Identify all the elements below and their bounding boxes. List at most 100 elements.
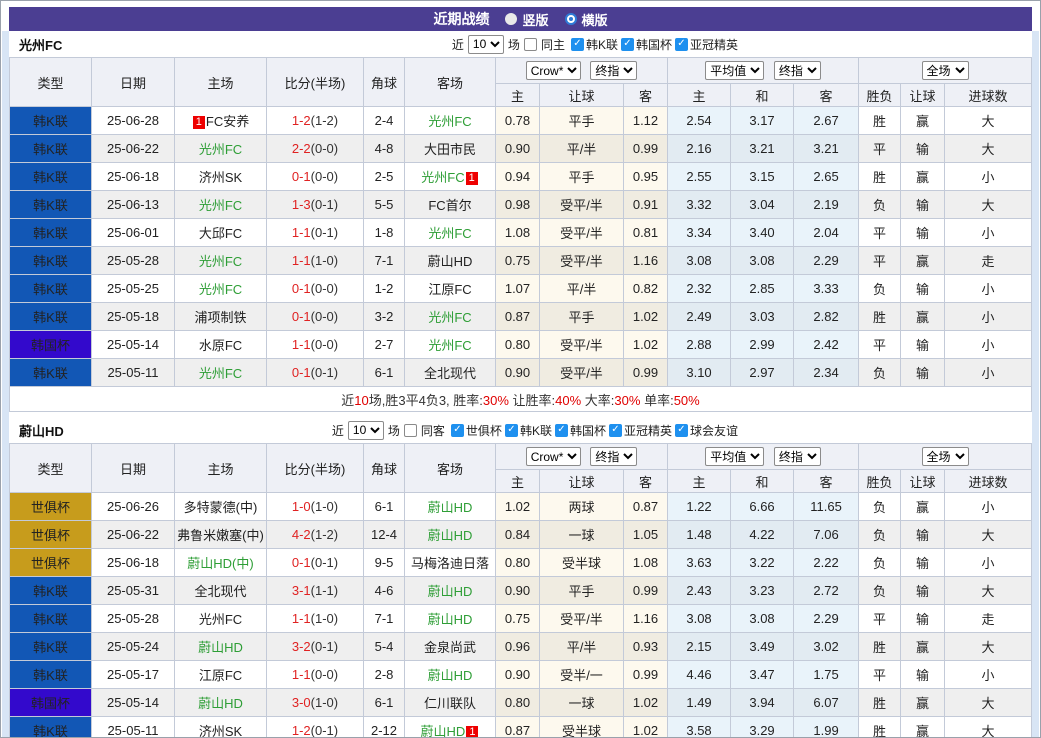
cell-competition: 韩K联 <box>10 107 92 135</box>
cell-odds-handicap: 受平/半 <box>540 605 624 633</box>
games-label: 场 <box>507 36 521 53</box>
cell-outcome: 平 <box>859 135 901 163</box>
league-filter: 韩国杯 <box>555 422 607 439</box>
cell-handicap-result: 赢 <box>901 247 945 275</box>
cell-date: 25-05-25 <box>92 275 175 303</box>
table-header: 类型 日期 主场 比分(半场) 角球 客场 Crow* 终指 平均值 终指 <box>10 58 1032 107</box>
cell-competition: 韩K联 <box>10 661 92 689</box>
cell-score: 1-2(1-2) <box>267 107 364 135</box>
layout-option-horizontal[interactable]: 横版 <box>565 10 608 29</box>
fulltime-score: 1-1 <box>292 253 311 268</box>
halftime-score: (0-0) <box>311 141 338 156</box>
fulltime-score: 1-3 <box>292 197 311 212</box>
cell-odds-home: 0.90 <box>496 135 540 163</box>
column-header-type: 类型 <box>10 58 92 107</box>
cell-score: 0-1(0-1) <box>267 359 364 387</box>
league-checkbox[interactable] <box>451 424 464 437</box>
cell-odds-home: 0.75 <box>496 605 540 633</box>
cell-outcome: 胜 <box>859 689 901 717</box>
cell-avg-home: 3.10 <box>668 359 731 387</box>
halftime-score: (0-0) <box>311 337 338 352</box>
league-checkbox[interactable] <box>675 38 688 51</box>
team-name: 蔚山HD <box>428 584 473 599</box>
cell-competition: 韩K联 <box>10 247 92 275</box>
red-card-badge: 1 <box>466 172 478 185</box>
league-checkbox[interactable] <box>675 424 688 437</box>
cell-odds-away: 1.05 <box>624 521 668 549</box>
cell-odds-handicap: 受平/半 <box>540 191 624 219</box>
near-count-select[interactable]: 10 <box>348 421 384 440</box>
league-checkbox[interactable] <box>609 424 622 437</box>
cell-handicap-result: 输 <box>901 275 945 303</box>
halftime-score: (0-1) <box>311 723 338 738</box>
cell-competition: 世俱杯 <box>10 521 92 549</box>
average-select[interactable]: 平均值 <box>705 447 764 466</box>
cell-competition: 韩K联 <box>10 359 92 387</box>
cell-avg-draw: 2.97 <box>731 359 794 387</box>
near-count-select[interactable]: 10 <box>468 35 504 54</box>
cell-competition: 韩K联 <box>10 275 92 303</box>
cell-away-team: 蔚山HD <box>405 661 496 689</box>
section-team-name: 光州FC <box>19 35 62 54</box>
cell-corners: 2-5 <box>364 163 405 191</box>
cell-odds-home: 0.80 <box>496 549 540 577</box>
cell-handicap-result: 输 <box>901 359 945 387</box>
cell-home-team: 水原FC <box>175 331 267 359</box>
fulltime-score: 3-0 <box>292 695 311 710</box>
layout-option-vertical[interactable]: 竖版 <box>505 10 548 29</box>
cell-date: 25-05-24 <box>92 633 175 661</box>
match-row: 韩K联25-05-17江原FC1-1(0-0)2-8蔚山HD0.90受半/一0.… <box>10 661 1032 689</box>
same-venue-checkbox[interactable] <box>524 38 537 51</box>
cell-avg-away: 2.19 <box>794 191 859 219</box>
fulltime-score: 1-1 <box>292 667 311 682</box>
bookmaker-select[interactable]: Crow* <box>526 447 581 466</box>
average-final-select[interactable]: 终指 <box>774 447 821 466</box>
cell-avg-draw: 3.49 <box>731 633 794 661</box>
scope-select[interactable]: 全场 <box>922 61 969 80</box>
summary-segment: 50% <box>674 393 700 408</box>
subcolumn-header-outcome: 胜负 <box>859 470 901 493</box>
league-filters: 韩K联韩国杯亚冠精英 <box>569 35 739 53</box>
league-checkbox[interactable] <box>555 424 568 437</box>
average-select[interactable]: 平均值 <box>705 61 764 80</box>
cell-odds-home: 0.90 <box>496 661 540 689</box>
match-row: 韩K联25-05-11光州FC0-1(0-1)6-1全北现代0.90受平/半0.… <box>10 359 1032 387</box>
average-final-select[interactable]: 终指 <box>774 61 821 80</box>
team-name: 蔚山HD <box>428 612 473 627</box>
cell-odds-home: 0.80 <box>496 331 540 359</box>
horizontal-layout-radio[interactable] <box>565 13 577 25</box>
cell-avg-away: 11.65 <box>794 493 859 521</box>
scope-select[interactable]: 全场 <box>922 447 969 466</box>
team-name: 光州FC <box>199 254 242 269</box>
halftime-score: (0-1) <box>311 197 338 212</box>
bookmaker-final-select[interactable]: 终指 <box>590 447 637 466</box>
league-checkbox[interactable] <box>505 424 518 437</box>
cell-avg-away: 2.29 <box>794 247 859 275</box>
cell-goals-result: 大 <box>945 577 1032 605</box>
cell-odds-handicap: 一球 <box>540 689 624 717</box>
subcolumn-header-outcome: 胜负 <box>859 84 901 107</box>
cell-competition: 韩国杯 <box>10 689 92 717</box>
cell-competition: 韩K联 <box>10 717 92 738</box>
bookmaker-select[interactable]: Crow* <box>526 61 581 80</box>
average-header-cell: 平均值 终指 <box>668 444 859 470</box>
vertical-layout-radio[interactable] <box>505 13 517 25</box>
cell-competition: 韩K联 <box>10 605 92 633</box>
cell-avg-draw: 3.21 <box>731 135 794 163</box>
league-checkbox[interactable] <box>571 38 584 51</box>
team-name: 蔚山HD(中) <box>187 556 253 571</box>
cell-score: 0-1(0-0) <box>267 163 364 191</box>
subcolumn-header-handicap-result: 让球 <box>901 84 945 107</box>
red-card-badge: 1 <box>466 726 478 738</box>
halftime-score: (1-2) <box>311 113 338 128</box>
cell-odds-home: 0.87 <box>496 303 540 331</box>
cell-score: 0-1(0-0) <box>267 303 364 331</box>
same-venue-checkbox[interactable] <box>404 424 417 437</box>
cell-outcome: 负 <box>859 359 901 387</box>
bookmaker-final-select[interactable]: 终指 <box>590 61 637 80</box>
subcolumn-header-avg-away: 客 <box>794 84 859 107</box>
cell-away-team: 蔚山HD <box>405 605 496 633</box>
column-header-date: 日期 <box>92 444 175 493</box>
cell-date: 25-06-01 <box>92 219 175 247</box>
league-checkbox[interactable] <box>621 38 634 51</box>
